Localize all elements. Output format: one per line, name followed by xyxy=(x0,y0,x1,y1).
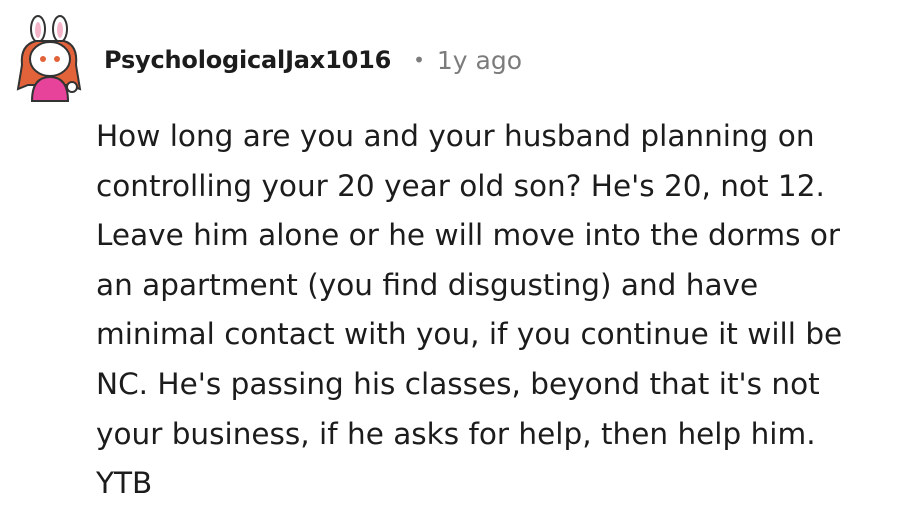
comment-body: How long are you and your husband planni… xyxy=(96,112,896,506)
comment: PsychologicalJax1016 • 1y ago How long a… xyxy=(0,0,900,506)
comment-header: PsychologicalJax1016 • 1y ago xyxy=(14,10,522,110)
snoo-bunny-avatar-icon[interactable] xyxy=(14,15,90,105)
comment-text: How long are you and your husband planni… xyxy=(96,119,843,501)
comment-author[interactable]: PsychologicalJax1016 xyxy=(104,46,391,74)
comment-timestamp[interactable]: 1y ago xyxy=(437,46,522,75)
meta-separator: • xyxy=(413,48,425,72)
